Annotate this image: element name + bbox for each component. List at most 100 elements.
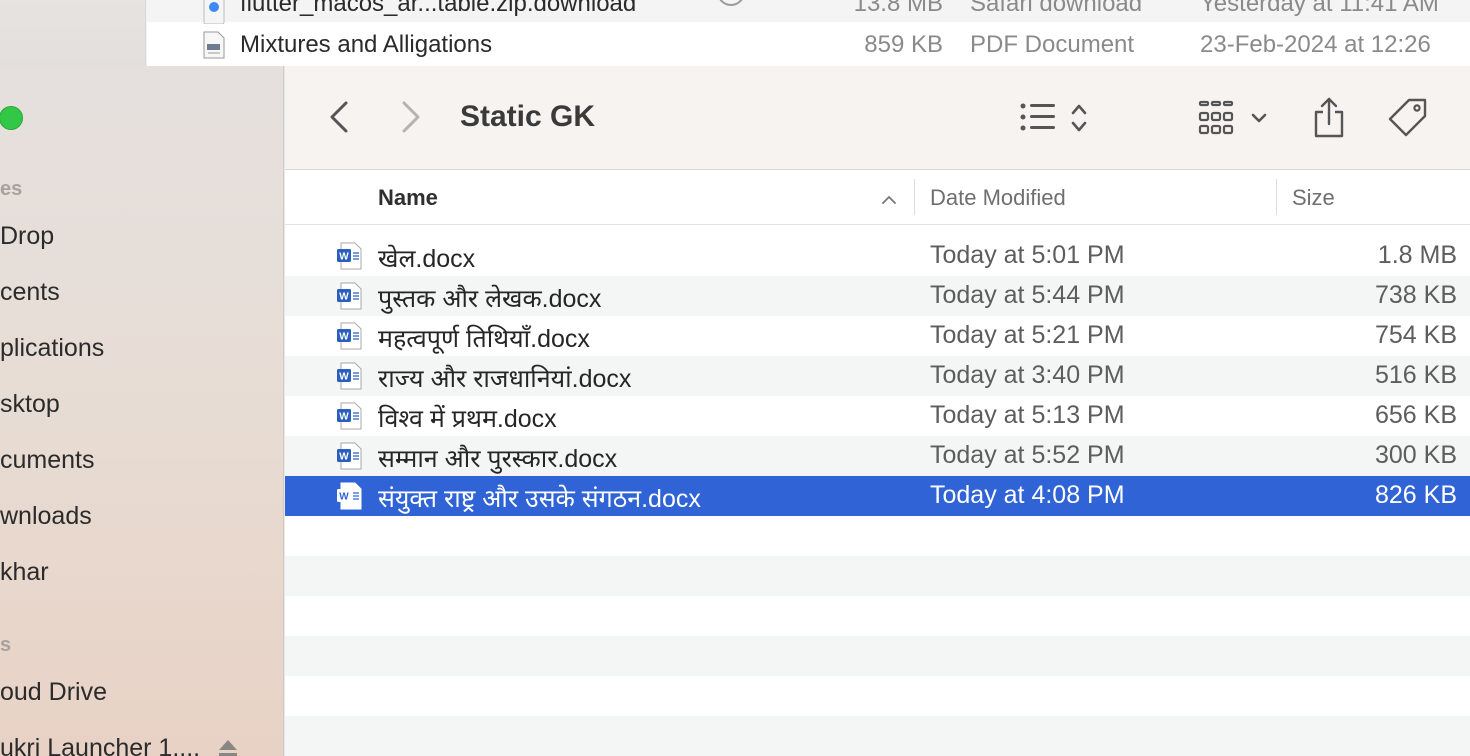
file-size: 826 KB bbox=[1374, 481, 1457, 509]
background-file-date: Yesterday at 11:41 AM bbox=[1200, 0, 1439, 17]
background-file-kind: Safari download bbox=[970, 0, 1143, 17]
file-date-modified: Today at 5:52 PM bbox=[930, 441, 1125, 469]
file-date-modified: Today at 5:21 PM bbox=[930, 321, 1125, 349]
file-row[interactable]: W पुस्तक और लेखक.docx Today at 5:44 PM 7… bbox=[285, 276, 1470, 316]
file-name: संयुक्त राष्ट्र और उसके संगठन.docx bbox=[378, 485, 701, 513]
finder-sidebar: es Drop cents plications sktop cuments w… bbox=[0, 66, 284, 756]
file-date-modified: Today at 4:08 PM bbox=[930, 481, 1125, 509]
column-header-date-modified[interactable]: Date Modified bbox=[930, 185, 1066, 211]
file-name: विश्व में प्रथम.docx bbox=[378, 405, 557, 433]
share-icon bbox=[1314, 97, 1344, 138]
background-finder-window: flutter_macos_ar...table.zip.download 13… bbox=[0, 0, 1470, 66]
pdf-document-icon bbox=[202, 31, 226, 66]
sidebar-item-volume[interactable]: ukri Launcher 1.... bbox=[0, 734, 200, 756]
view-options-button[interactable] bbox=[1019, 96, 1103, 140]
file-name: राज्य और राजधानियां.docx bbox=[378, 365, 632, 393]
download-progress-icon[interactable] bbox=[717, 0, 745, 6]
file-name: महत्वपूर्ण तिथियाँ.docx bbox=[378, 325, 590, 353]
sidebar-item-airdrop[interactable]: Drop bbox=[0, 222, 54, 251]
finder-window: Static GK Name Date Modified Size W खेल.… bbox=[285, 66, 1470, 756]
sidebar-item-downloads[interactable]: wnloads bbox=[0, 502, 92, 531]
sidebar-item-icloud-drive[interactable]: oud Drive bbox=[0, 678, 107, 707]
window-title: Static GK bbox=[460, 100, 596, 133]
file-size: 656 KB bbox=[1374, 401, 1457, 429]
svg-text:W: W bbox=[339, 252, 349, 263]
file-size: 1.8 MB bbox=[1377, 241, 1457, 269]
file-list: W खेल.docx Today at 5:01 PM 1.8 MB W पुस… bbox=[285, 236, 1470, 756]
file-row[interactable]: W राज्य और राजधानियां.docx Today at 3:40… bbox=[285, 356, 1470, 396]
word-document-icon: W bbox=[337, 442, 363, 477]
empty-row bbox=[285, 676, 1470, 716]
file-row[interactable]: W खेल.docx Today at 5:01 PM 1.8 MB bbox=[285, 236, 1470, 276]
empty-row bbox=[285, 556, 1470, 596]
word-document-icon: W bbox=[337, 482, 363, 517]
eject-icon[interactable] bbox=[217, 738, 239, 756]
svg-text:W: W bbox=[339, 372, 349, 383]
zoom-window-button[interactable] bbox=[0, 106, 23, 130]
chevron-right-icon bbox=[402, 101, 420, 133]
share-button[interactable] bbox=[1309, 94, 1349, 142]
background-file-row[interactable]: flutter_macos_ar...table.zip.download 13… bbox=[147, 0, 1470, 25]
word-document-icon: W bbox=[337, 282, 363, 317]
empty-row bbox=[285, 636, 1470, 676]
column-header-size[interactable]: Size bbox=[1292, 185, 1335, 211]
grid-group-icon bbox=[1198, 100, 1234, 135]
background-file-name: flutter_macos_ar...table.zip.download bbox=[240, 0, 637, 17]
svg-text:W: W bbox=[339, 292, 349, 303]
sidebar-item-home[interactable]: khar bbox=[0, 558, 49, 587]
chevron-down-icon bbox=[1251, 113, 1267, 123]
back-button[interactable] bbox=[321, 96, 357, 138]
file-size: 300 KB bbox=[1374, 441, 1457, 469]
background-file-date: 23-Feb-2024 at 12:26 bbox=[1200, 31, 1431, 58]
word-document-icon: W bbox=[337, 322, 363, 357]
background-file-size: 859 KB bbox=[864, 31, 943, 58]
group-by-button[interactable] bbox=[1197, 96, 1275, 140]
file-size: 754 KB bbox=[1374, 321, 1457, 349]
column-divider[interactable] bbox=[914, 179, 915, 215]
file-size: 516 KB bbox=[1374, 361, 1457, 389]
file-name: सम्मान और पुरस्कार.docx bbox=[378, 445, 618, 473]
file-row[interactable]: W विश्व में प्रथम.docx Today at 5:13 PM … bbox=[285, 396, 1470, 436]
column-divider[interactable] bbox=[1276, 179, 1277, 215]
svg-text:W: W bbox=[339, 332, 349, 343]
background-file-kind: PDF Document bbox=[970, 31, 1135, 58]
file-date-modified: Today at 5:01 PM bbox=[930, 241, 1125, 269]
tag-icon bbox=[1388, 98, 1427, 137]
forward-button[interactable] bbox=[393, 96, 429, 138]
file-row-selected[interactable]: W संयुक्त राष्ट्र और उसके संगठन.docx Tod… bbox=[285, 476, 1470, 516]
chevron-left-icon bbox=[330, 101, 348, 133]
background-file-list: flutter_macos_ar...table.zip.download 13… bbox=[147, 0, 1470, 66]
file-size: 738 KB bbox=[1374, 281, 1457, 309]
svg-text:W: W bbox=[339, 492, 349, 503]
empty-row bbox=[285, 716, 1470, 756]
file-name: खेल.docx bbox=[378, 245, 476, 273]
file-row[interactable]: W सम्मान और पुरस्कार.docx Today at 5:52 … bbox=[285, 436, 1470, 476]
background-file-name: Mixtures and Alligations bbox=[240, 31, 493, 58]
sidebar-item-desktop[interactable]: sktop bbox=[0, 390, 60, 419]
chevron-up-down-icon bbox=[1071, 104, 1087, 132]
sort-ascending-icon bbox=[881, 192, 897, 210]
word-document-icon: W bbox=[337, 242, 363, 277]
empty-row bbox=[285, 596, 1470, 636]
column-header-name[interactable]: Name bbox=[378, 185, 438, 211]
file-date-modified: Today at 3:40 PM bbox=[930, 361, 1125, 389]
word-document-icon: W bbox=[337, 362, 363, 397]
background-file-size: 13.8 MB bbox=[853, 0, 943, 17]
column-header: Name Date Modified Size bbox=[285, 171, 1470, 225]
svg-text:W: W bbox=[339, 452, 349, 463]
sidebar-section-locations: s bbox=[0, 634, 12, 656]
sidebar-item-documents[interactable]: cuments bbox=[0, 446, 94, 475]
file-date-modified: Today at 5:44 PM bbox=[930, 281, 1125, 309]
background-file-row[interactable]: Mixtures and Alligations 859 KB PDF Docu… bbox=[147, 27, 1470, 63]
file-name: पुस्तक और लेखक.docx bbox=[378, 285, 602, 313]
tag-button[interactable] bbox=[1386, 96, 1430, 140]
sidebar-section-favourites: es bbox=[0, 178, 23, 200]
file-date-modified: Today at 5:13 PM bbox=[930, 401, 1125, 429]
list-view-icon bbox=[1020, 103, 1055, 131]
word-document-icon: W bbox=[337, 402, 363, 437]
sidebar-item-applications[interactable]: plications bbox=[0, 334, 104, 363]
svg-text:W: W bbox=[339, 412, 349, 423]
background-window-sidebar bbox=[0, 0, 146, 66]
file-row[interactable]: W महत्वपूर्ण तिथियाँ.docx Today at 5:21 … bbox=[285, 316, 1470, 356]
sidebar-item-recents[interactable]: cents bbox=[0, 278, 60, 307]
